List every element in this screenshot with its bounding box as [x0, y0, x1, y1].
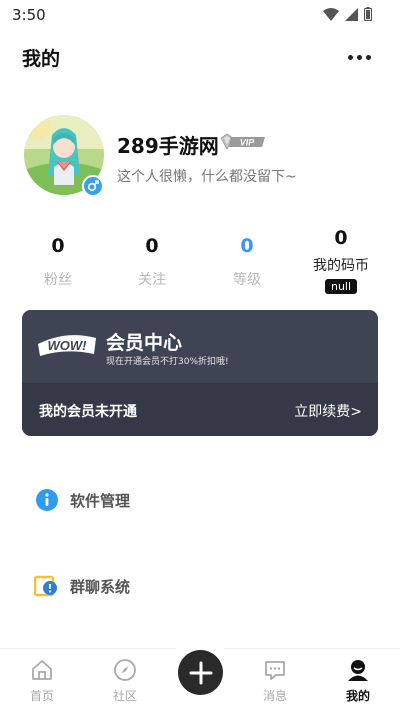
battery-icon	[364, 7, 372, 21]
nav-label: 首页	[29, 689, 54, 703]
stat-following[interactable]: 0 关注	[107, 233, 197, 289]
member-card-footer: 我的会员未开通 立即续费>	[22, 383, 378, 436]
stat-value: 0	[334, 227, 348, 249]
compass-icon	[95, 657, 155, 683]
menu-item-label: 群聊系统	[70, 577, 131, 596]
more-dot	[347, 54, 353, 60]
male-gender-icon	[82, 175, 104, 197]
stat-value: 0	[145, 235, 159, 257]
page-title: 我的	[22, 48, 61, 70]
home-icon	[12, 657, 72, 683]
wifi-icon	[323, 7, 339, 21]
info-icon	[34, 487, 60, 513]
status-icons	[323, 7, 372, 21]
stat-label: 我的码币	[313, 258, 369, 274]
add-post-button[interactable]	[178, 650, 223, 695]
nav-item-profile[interactable]: 我的	[328, 657, 388, 704]
wow-logo-text: WOW!	[48, 338, 88, 353]
status-time: 3:50	[12, 6, 46, 24]
member-center-title: 会员中心	[106, 332, 183, 354]
stat-coins[interactable]: 0 我的码币 null	[296, 225, 386, 294]
bio: 这个人很懒，什么都没留下~	[117, 169, 297, 185]
stat-level[interactable]: 0 等级	[202, 233, 292, 289]
more-dot	[365, 54, 371, 60]
coin-null-badge: null	[324, 279, 358, 294]
membership-status: 我的会员未开通	[39, 404, 137, 420]
stats-row: 0 粉丝 0 关注 0 等级 0 我的码币 null	[0, 225, 400, 295]
nav-label: 消息	[262, 689, 287, 703]
signal-icon	[345, 7, 358, 21]
stat-label: 等级	[233, 272, 261, 288]
wow-logo: WOW!	[38, 335, 96, 356]
menu-item-software-management[interactable]: 软件管理	[34, 480, 374, 520]
stat-fans[interactable]: 0 粉丝	[13, 233, 103, 289]
more-dot	[356, 54, 362, 60]
header: 我的	[0, 40, 400, 76]
nav-item-community[interactable]: 社区	[95, 657, 155, 704]
menu-item-group-chat[interactable]: 群聊系统	[34, 566, 374, 606]
group-chat-icon	[34, 573, 60, 599]
stat-label: 关注	[138, 272, 166, 288]
vip-badge[interactable]: VIP	[219, 132, 267, 156]
more-button[interactable]	[344, 49, 374, 65]
plus-icon	[189, 661, 212, 684]
member-center-subtitle: 现在开通会员不打30%折扣哦!	[106, 357, 229, 367]
nav-item-home[interactable]: 首页	[12, 657, 72, 704]
status-bar: 3:50	[0, 0, 400, 28]
renew-button[interactable]: 立即续费>	[294, 401, 362, 421]
nav-label: 我的	[345, 689, 370, 703]
username: 289手游网	[117, 134, 219, 158]
stat-value: 0	[51, 235, 65, 257]
stat-value: 0	[240, 235, 254, 257]
nav-item-messages[interactable]: 消息	[245, 657, 305, 704]
vip-badge-text: VIP	[240, 138, 256, 148]
nav-label: 社区	[112, 689, 137, 703]
message-icon	[245, 657, 305, 683]
member-center-card[interactable]: WOW! 会员中心 现在开通会员不打30%折扣哦! 我的会员未开通 立即续费>	[22, 310, 378, 436]
menu-item-label: 软件管理	[70, 491, 131, 510]
member-card-header: WOW! 会员中心 现在开通会员不打30%折扣哦!	[22, 310, 378, 383]
profile-icon	[328, 657, 388, 683]
stat-label: 粉丝	[44, 272, 72, 288]
